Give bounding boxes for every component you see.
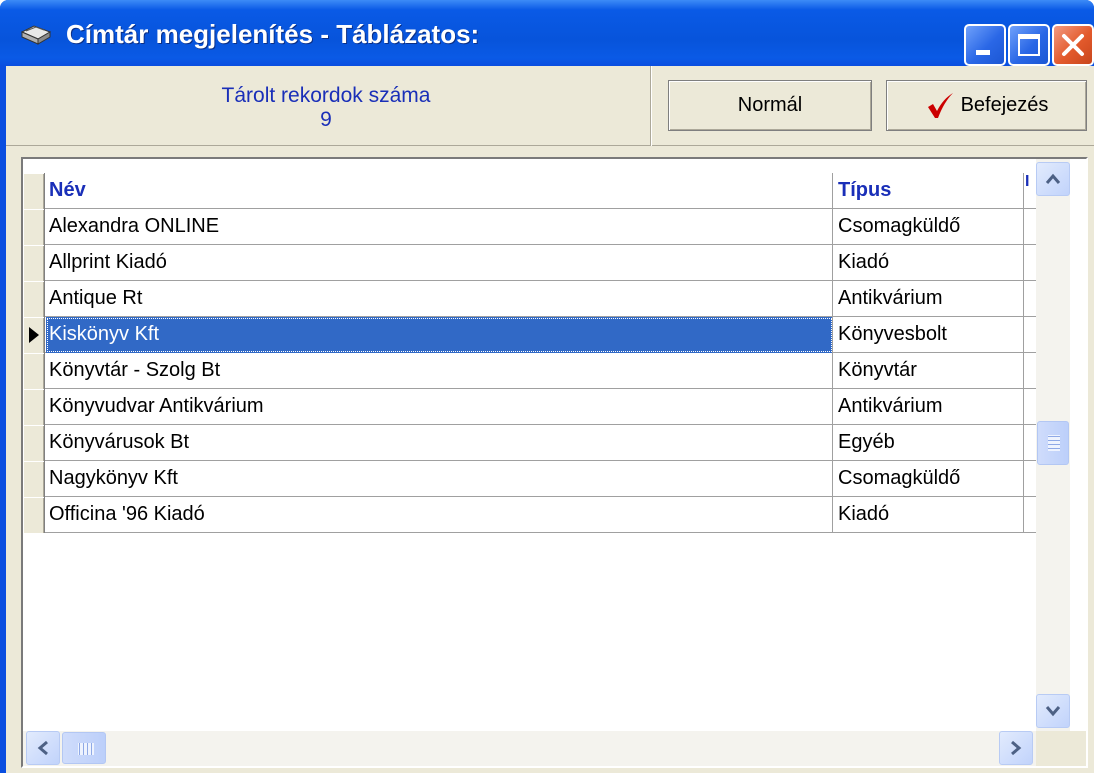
column-header-type[interactable]: Típus [834, 173, 1024, 209]
row-indicator[interactable] [23, 389, 45, 425]
title-bar[interactable]: Címtár megjelenítés - Táblázatos: [0, 0, 1094, 66]
minimize-icon [976, 50, 990, 55]
header-panel: Tárolt rekordok száma 9 Normál Befejezés [6, 66, 1094, 146]
scroll-corner [1036, 731, 1086, 766]
table-row[interactable]: Könyvtár - Szolg Bt Könyvtár [23, 353, 1036, 389]
row-indicator[interactable] [23, 353, 45, 389]
cell-extra[interactable] [1025, 461, 1036, 497]
chevron-up-icon [1045, 173, 1061, 184]
cell-type[interactable]: Kiadó [834, 497, 1024, 533]
data-grid[interactable]: Név Típus I Alexandra ONLINE Csomagküldő Allp… [21, 157, 1088, 768]
row-indicator[interactable] [23, 497, 45, 533]
maximize-icon [1018, 34, 1040, 56]
header-indicator-cell[interactable] [23, 173, 45, 209]
table-row[interactable]: Officina '96 Kiadó Kiadó [23, 497, 1036, 533]
cell-extra[interactable] [1025, 245, 1036, 281]
cell-name[interactable]: Nagykönyv Kft [46, 461, 833, 497]
cell-extra[interactable] [1025, 281, 1036, 317]
cell-extra[interactable] [1025, 317, 1036, 353]
row-indicator[interactable] [23, 245, 45, 281]
cell-type[interactable]: Könyvtár [834, 353, 1024, 389]
cell-type[interactable]: Csomagküldő [834, 461, 1024, 497]
close-button[interactable] [1052, 24, 1094, 66]
horizontal-scrollbar[interactable] [23, 731, 1036, 766]
table-row[interactable]: Alexandra ONLINE Csomagküldő [23, 209, 1036, 245]
scroll-left-button[interactable] [26, 731, 60, 765]
books-icon [20, 25, 52, 45]
normal-button[interactable]: Normál [668, 80, 872, 131]
vertical-scrollbar[interactable] [1036, 159, 1070, 731]
cell-name[interactable]: Allprint Kiadó [46, 245, 833, 281]
cell-name[interactable]: Könyvtár - Szolg Bt [46, 353, 833, 389]
table-row[interactable]: Könyvárusok Bt Egyéb [23, 425, 1036, 461]
app-window: Címtár megjelenítés - Táblázatos: Tárolt… [0, 0, 1094, 773]
table-row[interactable]: Kiskönyv Kft Könyvesbolt [23, 317, 1036, 353]
cell-type[interactable]: Könyvesbolt [834, 317, 1024, 353]
scroll-down-button[interactable] [1036, 694, 1070, 728]
row-indicator[interactable] [23, 209, 45, 245]
window-client: Tárolt rekordok száma 9 Normál Befejezés… [6, 66, 1094, 773]
thumb-grip [78, 743, 94, 755]
current-row-arrow-icon [29, 327, 39, 343]
cell-type[interactable]: Kiadó [834, 245, 1024, 281]
cell-extra[interactable] [1025, 497, 1036, 533]
cell-name[interactable]: Alexandra ONLINE [46, 209, 833, 245]
cell-name[interactable]: Könyvárusok Bt [46, 425, 833, 461]
cell-type[interactable]: Egyéb [834, 425, 1024, 461]
close-icon [1062, 34, 1084, 56]
cell-extra[interactable] [1025, 389, 1036, 425]
panel-divider [650, 66, 652, 146]
cell-type[interactable]: Antikvárium [834, 389, 1024, 425]
row-indicator[interactable] [23, 281, 45, 317]
cell-type[interactable]: Antikvárium [834, 281, 1024, 317]
checkmark-icon [927, 92, 953, 118]
table-row[interactable]: Könyvudvar Antikvárium Antikvárium [23, 389, 1036, 425]
cell-name[interactable]: Antique Rt [46, 281, 833, 317]
cell-extra[interactable] [1025, 425, 1036, 461]
vertical-scroll-thumb[interactable] [1037, 421, 1069, 465]
chevron-down-icon [1045, 706, 1061, 717]
table-row[interactable]: Nagykönyv Kft Csomagküldő [23, 461, 1036, 497]
horizontal-scroll-thumb[interactable] [62, 732, 106, 764]
table-row[interactable]: Allprint Kiadó Kiadó [23, 245, 1036, 281]
row-indicator[interactable] [23, 425, 45, 461]
grid-header-row: Név Típus I [23, 173, 1036, 209]
scroll-right-button[interactable] [999, 731, 1033, 765]
normal-button-label: Normál [737, 94, 803, 116]
cell-name[interactable]: Kiskönyv Kft [46, 317, 833, 353]
chevron-left-icon [37, 740, 48, 756]
minimize-button[interactable] [964, 24, 1006, 66]
thumb-grip [1048, 435, 1060, 451]
column-header-name[interactable]: Név [46, 173, 833, 209]
cell-type[interactable]: Csomagküldő [834, 209, 1024, 245]
window-title: Címtár megjelenítés - Táblázatos: [66, 19, 480, 49]
finish-button-label: Befejezés [960, 94, 1049, 116]
row-indicator[interactable] [23, 461, 45, 497]
grid-body: Név Típus I Alexandra ONLINE Csomagküldő Allp… [23, 159, 1086, 766]
cell-extra[interactable] [1025, 353, 1036, 389]
records-count: 9 [320, 108, 332, 131]
maximize-button[interactable] [1008, 24, 1050, 66]
table-row[interactable]: Antique Rt Antikvárium [23, 281, 1036, 317]
chevron-right-icon [1011, 740, 1022, 756]
cell-name[interactable]: Könyvudvar Antikvárium [46, 389, 833, 425]
finish-button[interactable]: Befejezés [886, 80, 1087, 131]
records-label: Tárolt rekordok száma [221, 84, 431, 107]
cell-extra[interactable] [1025, 209, 1036, 245]
cell-name[interactable]: Officina '96 Kiadó [46, 497, 833, 533]
scroll-up-button[interactable] [1036, 162, 1070, 196]
column-header-extra[interactable]: I [1025, 173, 1036, 209]
row-indicator[interactable] [23, 317, 45, 353]
